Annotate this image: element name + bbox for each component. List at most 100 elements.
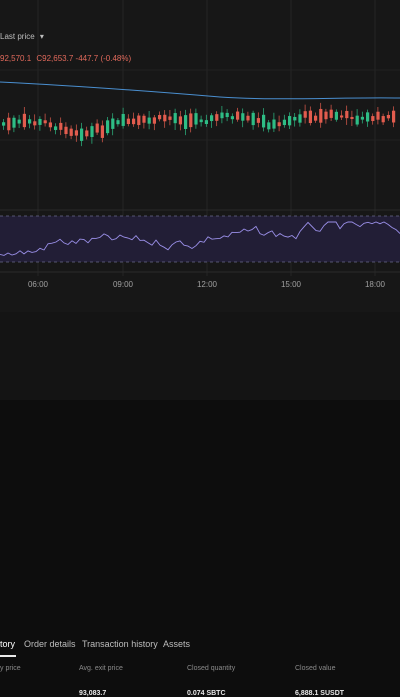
candle-body <box>142 115 146 123</box>
candle-body <box>163 114 167 122</box>
candle-body <box>22 113 26 128</box>
candle-body <box>38 118 42 125</box>
candle-body <box>360 116 364 120</box>
candle-body <box>59 122 63 130</box>
candle-body <box>158 115 162 120</box>
time-label: 12:00 <box>196 280 218 289</box>
tab-assets[interactable]: Assets <box>163 639 190 649</box>
price-type-selector[interactable]: Last price ▾ <box>0 32 44 41</box>
column-header: Closed quantity <box>187 665 236 672</box>
column-header: y price <box>0 665 21 672</box>
ohlc-readout: 92,570.1 C92,653.7 -447.7 (-0.48%) <box>0 54 131 63</box>
candle-body <box>355 115 359 125</box>
price-chart[interactable] <box>0 0 400 312</box>
candle-body <box>334 111 338 120</box>
history-panel: tory Order details Transaction history A… <box>0 312 400 697</box>
candle-body <box>210 115 214 122</box>
candle-body <box>308 110 312 124</box>
candle-body <box>392 110 396 123</box>
open-value: 92,570.1 <box>0 54 32 63</box>
tab-position-history[interactable]: tory <box>0 639 15 649</box>
candle-body <box>329 109 333 118</box>
candle-body <box>293 116 297 121</box>
candle-body <box>350 116 354 120</box>
candle-body <box>277 122 281 127</box>
candle-body <box>386 114 390 119</box>
candle-body <box>282 119 286 126</box>
time-label: 09:00 <box>112 280 134 289</box>
candle-body <box>376 111 380 120</box>
candle-body <box>189 113 193 128</box>
candle-body <box>2 122 6 126</box>
candle-body <box>106 120 110 134</box>
candle-body <box>74 130 78 136</box>
candle-body <box>116 120 120 125</box>
tab-order-details[interactable]: Order details <box>24 639 76 649</box>
close-value: 92,653.7 <box>42 54 74 63</box>
candle-body <box>132 118 136 125</box>
candle-body <box>126 118 130 125</box>
candle-body <box>85 130 89 137</box>
candle-body <box>100 125 104 138</box>
candle-body <box>262 114 266 128</box>
candle-body <box>168 116 172 120</box>
candle-body <box>184 115 188 129</box>
candle-body <box>371 116 375 122</box>
candle-body <box>28 119 32 124</box>
candle-body <box>236 111 240 120</box>
candle-body <box>366 112 370 122</box>
candle-body <box>121 113 125 126</box>
candle-body <box>199 119 203 123</box>
candle-body <box>272 119 276 129</box>
change-value: -447.7 <box>75 54 99 63</box>
candle-body <box>178 116 182 125</box>
candle-body <box>111 118 115 129</box>
time-label: 15:00 <box>280 280 302 289</box>
candle-body <box>17 119 21 124</box>
candle-body <box>241 113 245 121</box>
active-tab-indicator <box>0 655 16 657</box>
closed-value-value: 6,888.1 SUSDT <box>295 690 345 697</box>
candle-body <box>345 110 349 119</box>
price-type-label: Last price <box>0 32 35 41</box>
moving-average-line <box>0 81 400 100</box>
candle-body <box>147 117 151 124</box>
closed-quantity-value: 0.074 SBTC <box>187 690 226 697</box>
candle-body <box>324 111 328 120</box>
candle-body <box>298 114 302 123</box>
candle-body <box>288 116 292 126</box>
candle-body <box>69 128 73 136</box>
chevron-down-icon: ▾ <box>39 32 44 41</box>
candle-body <box>256 118 260 123</box>
candle-body <box>246 115 250 121</box>
candle-body <box>64 126 68 135</box>
candle-body <box>80 128 84 141</box>
candle-body <box>90 126 94 137</box>
candle-body <box>381 116 385 123</box>
avg-exit-price-value: 93,083.7 <box>79 690 107 697</box>
candle-body <box>43 120 47 124</box>
candle-body <box>225 112 229 118</box>
time-label: 06:00 <box>27 280 49 289</box>
candle-body <box>173 113 177 124</box>
candle-body <box>95 123 99 133</box>
time-label: 18:00 <box>364 280 386 289</box>
candle-body <box>12 117 16 128</box>
candle-body <box>267 122 271 130</box>
candle-body <box>319 108 323 123</box>
column-header: Closed value <box>295 665 336 672</box>
candle-body <box>194 113 198 125</box>
candle-body <box>230 116 234 120</box>
candle-body <box>7 117 11 131</box>
change-percent: (-0.48%) <box>100 54 132 63</box>
candle-body <box>251 112 255 126</box>
candle-body <box>137 115 141 126</box>
chart-panel[interactable]: Last price ▾ 92,570.1 C92,653.7 -447.7 (… <box>0 0 400 312</box>
candle-body <box>204 120 208 125</box>
tab-transaction-history[interactable]: Transaction history <box>82 639 158 649</box>
candle-body <box>152 117 156 124</box>
column-header: Avg. exit price <box>79 665 123 672</box>
candle-body <box>303 111 307 118</box>
candle-body <box>220 112 224 119</box>
candle-body <box>314 115 318 121</box>
